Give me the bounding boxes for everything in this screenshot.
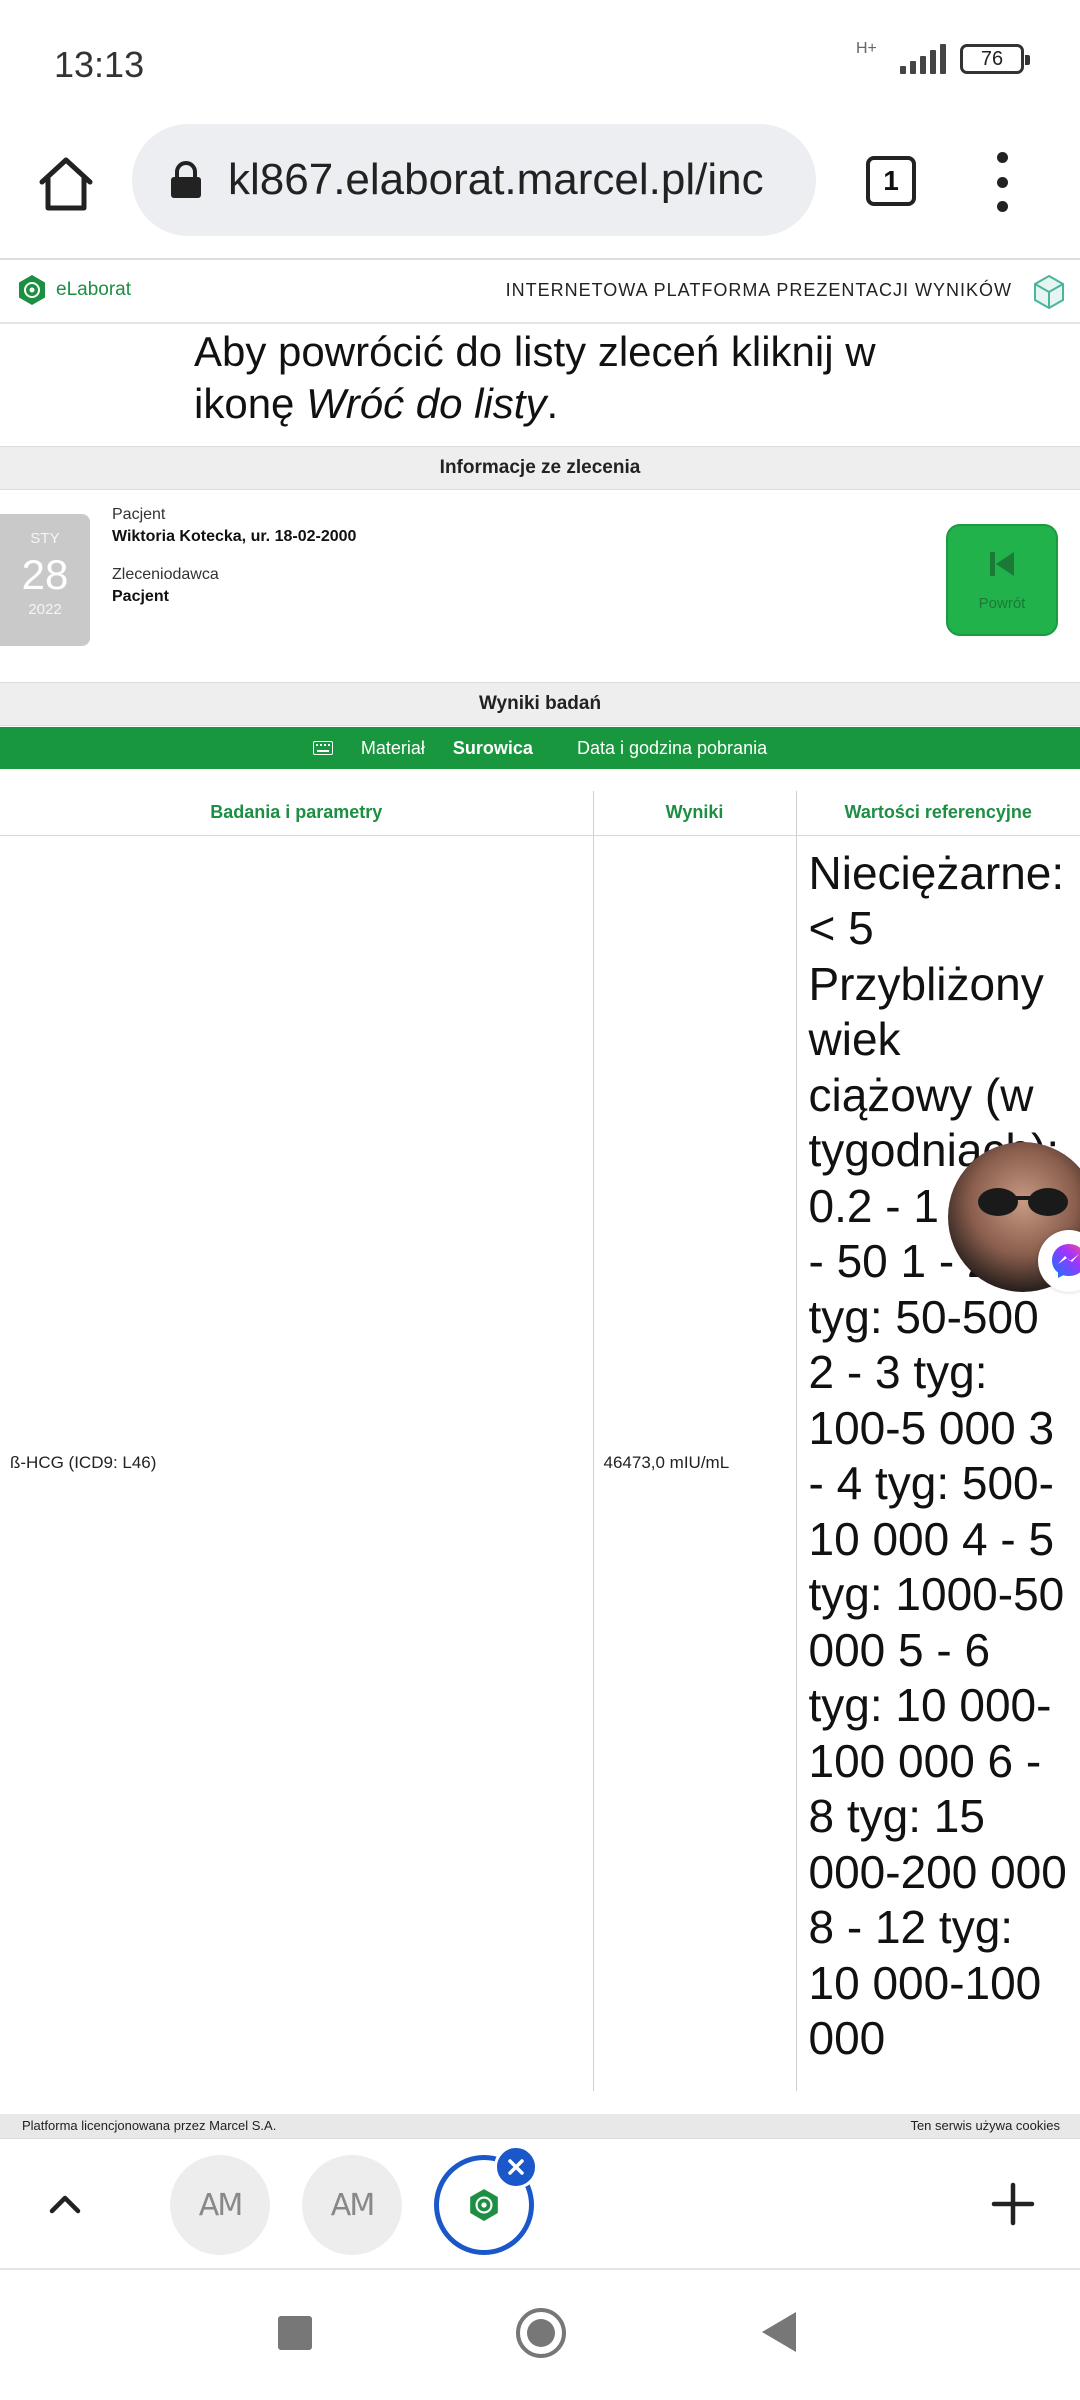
license-text: Platforma licencjonowana przez Marcel S.… [22,2118,277,2133]
orderer-label: Zleceniodawca [112,566,219,583]
avatar-image [978,1188,1068,1216]
cookies-link[interactable]: Ten serwis używa cookies [910,2118,1060,2133]
url-text: kl867.elaborat.marcel.pl/inc [228,155,764,204]
date-year: 2022 [28,601,62,618]
new-tab-plus-icon[interactable] [990,2181,1036,2227]
status-icons: H+ 76 [856,40,1030,74]
network-type: H+ [856,40,877,57]
result-cell: 46473,0 mIU/mL [592,835,796,2091]
patient-label: Pacjent [112,506,166,523]
signal-icon [900,44,946,74]
date-day: 28 [21,551,69,598]
elaborat-logo-icon [470,2189,498,2221]
table-row: ß-HCG (ICD9: L46) 46473,0 mIU/mL Niecięż… [0,835,1080,2091]
tab-count: 1 [883,165,899,196]
instruction-end: . [546,380,559,427]
elaborat-logo-icon [19,275,45,305]
return-instruction: Aby powrócić do listy zleceń kliknij w i… [194,326,954,430]
back-to-list-button[interactable]: Powrót [946,524,1058,636]
skip-back-icon [990,551,1014,576]
address-bar[interactable]: kl867.elaborat.marcel.pl/inc [132,124,816,236]
platform-title: INTERNETOWA PLATFORMA PREZENTACJI WYNIKÓ… [505,280,1012,300]
back-triangle-icon[interactable] [762,2312,796,2352]
orderer-value: Pacjent [112,588,169,605]
lock-icon [171,161,201,198]
instruction-emphasis: Wróć do listy [306,380,547,427]
close-tab-button[interactable] [494,2145,538,2189]
browser-toolbar: kl867.elaborat.marcel.pl/inc 1 [0,120,1080,260]
overflow-menu-icon[interactable] [990,152,1014,212]
table-header-row: Badania i parametry Wyniki Wartości refe… [0,791,1080,836]
date-month: STY [30,530,60,547]
tab-favicon-label: AM [198,2187,243,2223]
reference-cell: Nieciężarne: < 5 Przybliżony wiek ciążow… [795,835,1080,2091]
column-header-parameter: Badania i parametry [0,791,593,836]
order-details: Pacjent Wiktoria Kotecka, ur. 18-02-2000… [112,506,356,626]
back-button-label: Powrót [978,594,1026,612]
browser-tab-strip: AM AM [0,2138,1080,2270]
brand-name: eLaborat [56,279,132,300]
order-date-tile: STY 28 2022 [0,514,90,646]
results-header: Wyniki badań [0,682,1080,726]
close-icon [508,2159,524,2175]
brand-logo[interactable]: eLaborat [16,274,131,306]
system-navigation-bar [0,2272,1080,2400]
status-bar: 13:13 H+ 76 [0,0,1080,120]
status-time: 13:13 [54,44,145,85]
battery-icon: 76 [960,44,1030,74]
tab-thumbnail[interactable]: AM [302,2155,402,2255]
column-header-result: Wyniki [592,791,796,836]
tab-thumbnail[interactable]: AM [170,2155,270,2255]
material-label: Materiał [360,737,425,758]
material-value: Surowica [452,737,533,758]
column-header-reference: Wartości referencyjne [795,791,1080,836]
site-footer: Platforma licencjonowana przez Marcel S.… [0,2114,1080,2138]
home-circle-icon[interactable] [516,2308,566,2358]
battery-level: 76 [980,47,1004,70]
collection-date-label: Data i godzina pobrania [576,737,768,758]
tab-switcher-button[interactable]: 1 [866,156,916,206]
cube-icon [1034,274,1064,310]
results-table: Badania i parametry Wyniki Wartości refe… [0,791,1080,2091]
order-info-header: Informacje ze zlecenia [0,446,1080,490]
tab-favicon-label: AM [330,2187,375,2223]
home-icon[interactable] [36,154,96,214]
parameter-cell: ß-HCG (ICD9: L46) [10,1453,157,1473]
material-bar: Materiał Surowica Data i godzina pobrani… [0,727,1080,769]
recent-apps-icon[interactable] [278,2316,312,2350]
chevron-up-icon[interactable] [46,2185,84,2223]
patient-value: Wiktoria Kotecka, ur. 18-02-2000 [112,528,357,545]
keyboard-icon [312,741,333,755]
site-header: eLaborat INTERNETOWA PLATFORMA PREZENTAC… [0,260,1080,324]
